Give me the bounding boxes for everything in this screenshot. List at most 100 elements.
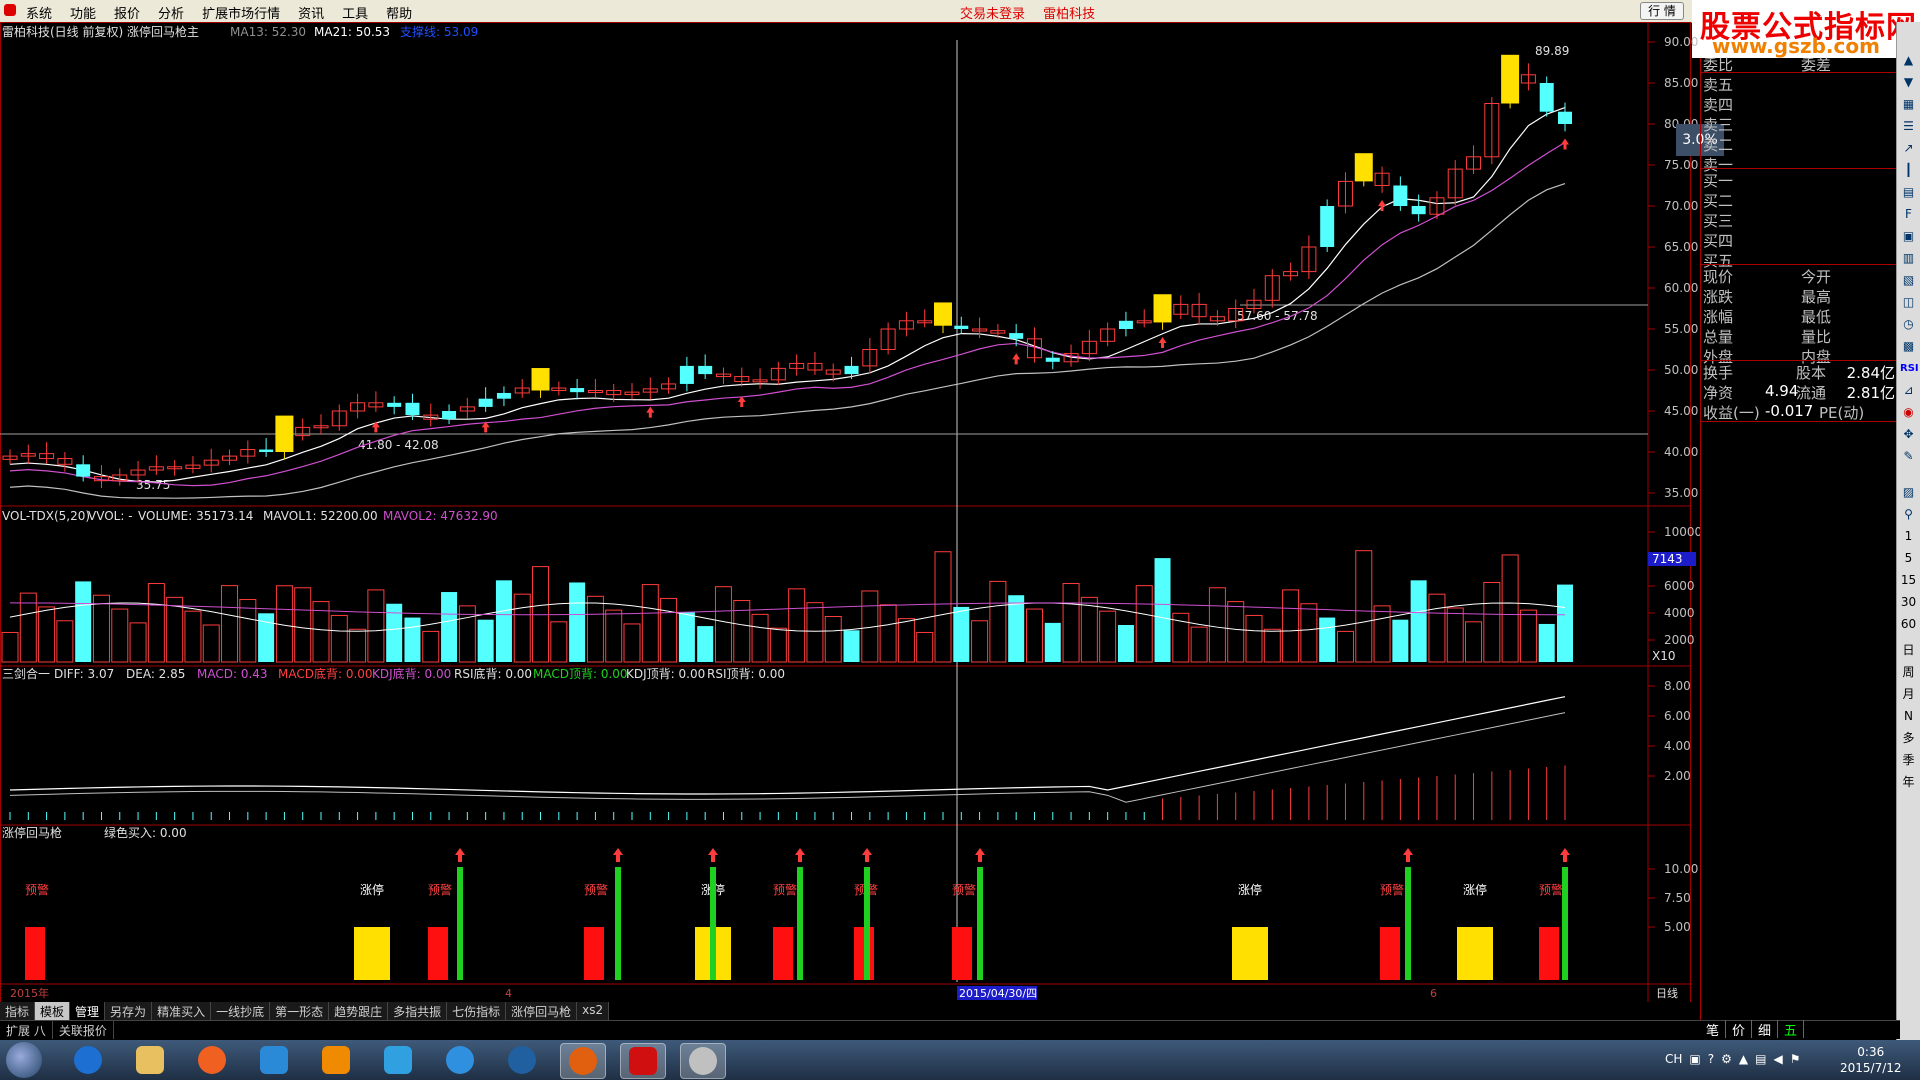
taskbar-app-active1[interactable] [560,1043,606,1079]
tab-trend[interactable]: 趋势跟庄 [329,1002,389,1020]
period-multi[interactable]: 多 [1900,730,1917,747]
toolbar-list-icon[interactable]: ☰ [1900,118,1917,135]
tab-indicator[interactable]: 指标 [0,1002,36,1020]
period-15min[interactable]: 15 [1900,572,1917,589]
taskbar-app-active2[interactable] [620,1043,666,1079]
menu-analysis[interactable]: 分析 [158,3,184,22]
taskbar-app-paint[interactable] [680,1043,726,1079]
period-week[interactable]: 周 [1900,664,1917,681]
menu-quote[interactable]: 报价 [114,3,140,22]
volume-readout: VOLUME: 35173.14 [138,509,253,523]
period-quarter[interactable]: 季 [1900,752,1917,769]
tab-price[interactable]: 价 [1726,1020,1753,1039]
tab-five[interactable]: 五 [1778,1020,1805,1039]
clock[interactable]: 0:36 2015/7/12 [1840,1044,1902,1076]
toolbar-s-icon[interactable]: ▨ [1900,484,1917,501]
menu-system[interactable]: 系统 [26,3,52,22]
menu-function[interactable]: 功能 [70,3,96,22]
tab-precise-buy[interactable]: 精准买入 [152,1002,212,1020]
tray-help-icon[interactable]: ? [1708,1052,1714,1066]
toolbar-doc-icon[interactable]: ▤ [1900,184,1917,201]
tab-related-quote[interactable]: 关联报价 [53,1021,114,1039]
green-buy-bar [1562,867,1568,980]
taskbar-ie[interactable] [66,1043,110,1077]
tab-resonance[interactable]: 多指共振 [388,1002,448,1020]
toolbar-f5-icon[interactable]: ◫ [1900,294,1917,311]
toolbar-chart-icon[interactable]: ↗ [1900,140,1917,157]
period-day[interactable]: 日 [1900,642,1917,659]
taskbar-explorer[interactable] [128,1043,172,1077]
toolbar-zoom-icon[interactable]: ⚲ [1900,506,1917,523]
tab-xs2[interactable]: xs2 [577,1002,610,1020]
high-label: 89.89 [1535,44,1569,58]
toolbar-grid-icon[interactable]: ▦ [1900,96,1917,113]
period-60min[interactable]: 60 [1900,616,1917,633]
toolbar-bars-icon[interactable]: ▩ [1900,338,1917,355]
x-month-4: 4 [505,987,512,1000]
toolbar-kline-icon[interactable]: ┃ [1900,162,1917,179]
tray-ime-icon[interactable]: ▣ [1689,1052,1700,1066]
toolbar-window-icon[interactable]: ▣ [1900,228,1917,245]
stock-chart[interactable]: 雷柏科技(日线 前复权) 涨停回马枪主 MA13: 52.30 MA21: 50… [0,22,1700,1002]
taskbar-app-up[interactable] [314,1043,358,1077]
tab-trades[interactable]: 笔 [1700,1020,1727,1039]
tab-first-form[interactable]: 第一形态 [270,1002,330,1020]
toolbar-pen-icon[interactable]: ✎ [1900,448,1917,465]
scroll-up-icon[interactable]: ▲ [1900,52,1917,69]
tab-saveas[interactable]: 另存为 [105,1002,153,1020]
toolbar-rsi[interactable]: RSI [1900,360,1919,377]
menu-ext-market[interactable]: 扩展市场行情 [202,3,280,22]
tray-settings-icon[interactable]: ⚙ [1721,1052,1732,1066]
tab-extend[interactable]: 扩展 八 [0,1021,53,1039]
period-1min[interactable]: 1 [1900,528,1917,545]
toolbar-move-icon[interactable]: ✥ [1900,426,1917,443]
volume-bar [1501,554,1519,663]
candle-body [570,388,585,393]
toolbar-clock-icon[interactable]: ◷ [1900,316,1917,333]
menu-help[interactable]: 帮助 [386,3,412,22]
tray-flag-icon[interactable]: ⚑ [1790,1052,1801,1066]
period-year[interactable]: 年 [1900,774,1917,791]
toolbar-stats-icon[interactable]: ▥ [1900,250,1917,267]
tray-lang[interactable]: CH [1665,1052,1682,1066]
limit-label: 涨停 [1463,882,1487,897]
toolbar-ruler-icon[interactable]: ⊿ [1900,382,1917,399]
tray-up-icon[interactable]: ▲ [1739,1052,1748,1066]
tab-limit-return[interactable]: 涨停回马枪 [506,1002,578,1020]
signal-title: 涨停回马枪 [2,825,62,840]
toolbar-circle-icon[interactable]: ◉ [1900,404,1917,421]
tab-detail[interactable]: 细 [1752,1020,1779,1039]
period-5min[interactable]: 5 [1900,550,1917,567]
period-n[interactable]: N [1900,708,1917,725]
tab-manage[interactable]: 管理 [70,1002,106,1020]
warning-label: 预警 [428,882,452,897]
taskbar-app-orange[interactable] [190,1043,234,1077]
login-status[interactable]: 交易未登录 [960,7,1025,22]
period-month[interactable]: 月 [1900,686,1917,703]
signal-arrow-icon [862,848,872,862]
taskbar-app-bird[interactable] [376,1043,420,1077]
stat-row-4: 总量 量比 [1703,328,1832,346]
taskbar-app-blue[interactable] [252,1043,296,1077]
taskbar-app-cloud[interactable] [438,1043,482,1077]
toolbar-f10-icon[interactable]: F [1900,206,1917,223]
quote-mode-button[interactable]: 行 情 [1640,2,1684,20]
scroll-down-icon[interactable]: ▼ [1900,74,1917,91]
taskbar-app-k[interactable] [500,1043,544,1077]
macd-readout: MACD: 0.43 [197,667,268,681]
toolbar-table-icon[interactable]: ▧ [1900,272,1917,289]
tray-network-icon[interactable]: ▤ [1755,1052,1766,1066]
tab-template[interactable]: 模板 [35,1002,71,1020]
menu-tools[interactable]: 工具 [342,3,368,22]
x-axis: 2015年 4 2015/04/30/四 6 日线 [10,986,1678,1000]
tab-bottom-fishing[interactable]: 一线抄底 [211,1002,271,1020]
volume-bar [38,606,56,663]
tab-seven[interactable]: 七伤指标 [447,1002,507,1020]
period-30min[interactable]: 30 [1900,594,1917,611]
volume-bar [1208,587,1226,663]
tray-volume-icon[interactable]: ◀ [1773,1052,1782,1066]
fin-row-turnover: 换手 股本 2.84亿 [1703,364,1895,382]
menu-news[interactable]: 资讯 [298,3,324,22]
quote-row-buy3: 买三 [1703,212,1734,230]
start-button[interactable] [6,1042,42,1078]
